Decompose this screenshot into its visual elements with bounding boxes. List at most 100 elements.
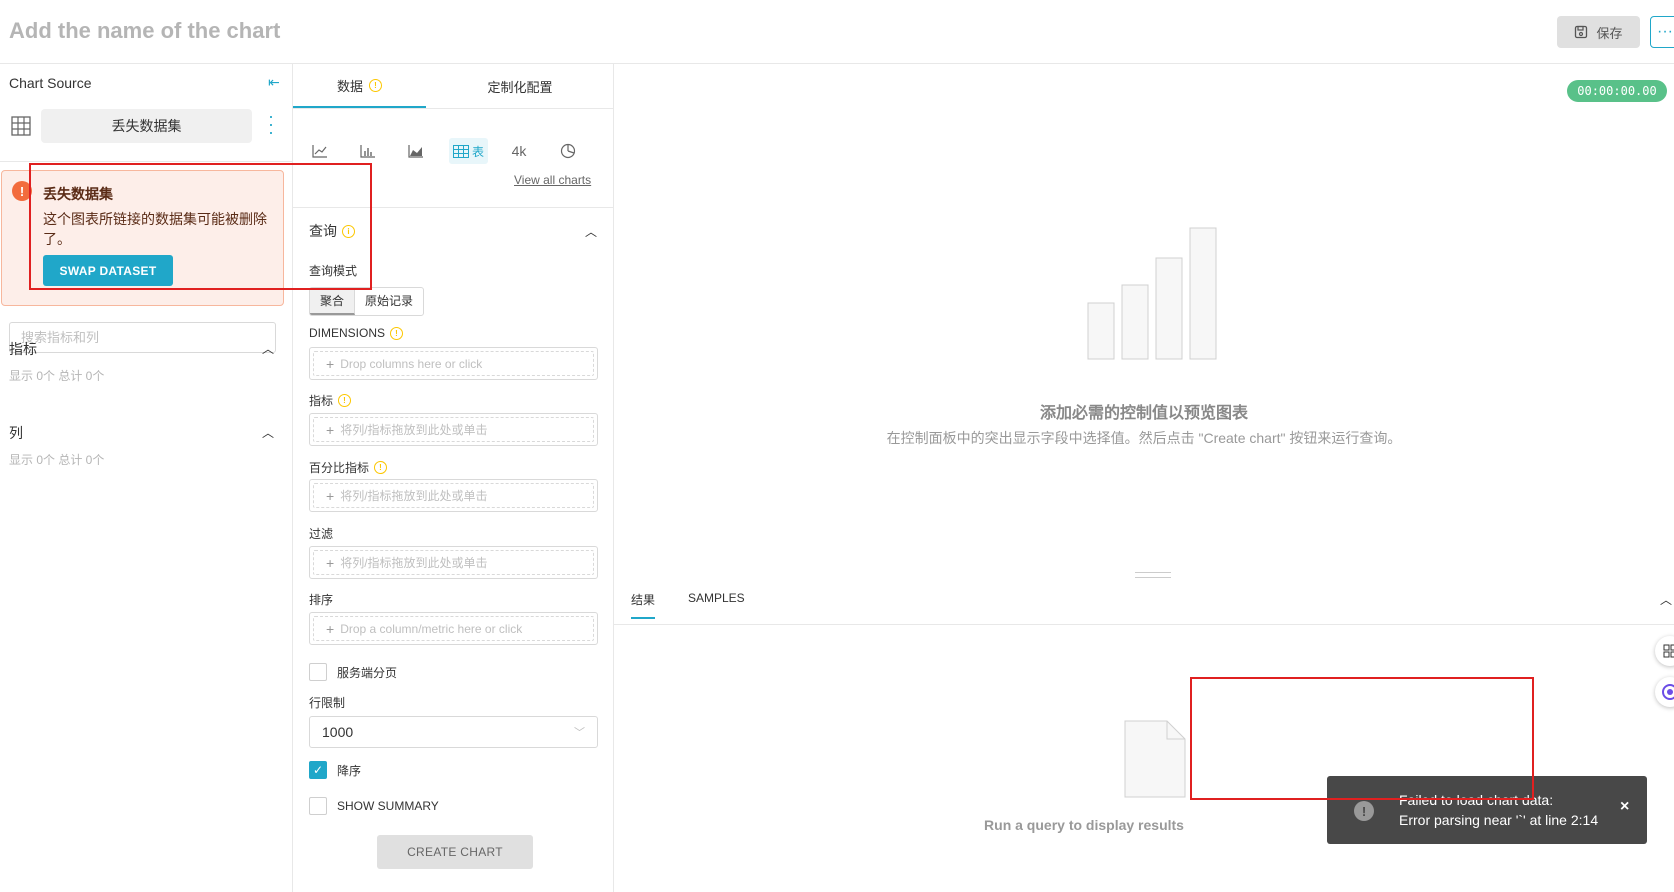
sort-label: 排序 (309, 591, 333, 608)
line-chart-icon[interactable] (307, 138, 333, 164)
save-icon (1575, 25, 1588, 39)
table-grid-icon (11, 116, 31, 136)
big-number-icon[interactable]: 4k (505, 138, 533, 164)
query-timer: 00:00:00.00 (1567, 80, 1667, 102)
descending-label: 降序 (337, 763, 362, 778)
save-button[interactable]: 保存 (1557, 16, 1640, 48)
percent-metrics-label-text: 百分比指标 (309, 461, 370, 475)
collapse-panel-icon[interactable]: ⇤ (268, 74, 280, 91)
assistant-button[interactable] (1655, 677, 1674, 707)
metrics-label: 指标! (309, 392, 352, 409)
row-limit-label: 行限制 (309, 694, 345, 711)
plus-icon: + (326, 355, 335, 372)
dataset-menu-icon[interactable]: · · · (266, 107, 276, 141)
dimensions-placeholder: Drop columns here or click (340, 356, 483, 371)
empty-state-description: 在控制面板中的突出显示字段中选择值。然后点击 "Create chart" 按钮… (886, 430, 1402, 446)
filters-label: 过滤 (309, 525, 333, 542)
toast-line-2: Error parsing near '`' at line 2:14 (1399, 812, 1599, 828)
chevron-up-icon[interactable]: ︿ (262, 340, 274, 357)
plus-icon: + (326, 421, 335, 438)
warning-icon: ! (369, 78, 382, 92)
dimensions-label-text: DIMENSIONS (309, 326, 386, 340)
search-metrics-columns-input[interactable]: 搜索指标和列 (9, 322, 276, 353)
divider (293, 108, 614, 109)
more-actions-button[interactable]: ··· (1650, 16, 1674, 48)
tab-customize[interactable]: 定制化配置 (426, 64, 614, 108)
chevron-up-icon[interactable]: ︿ (1660, 591, 1672, 608)
columns-count: 显示 0个 总计 0个 (9, 453, 105, 467)
tab-data[interactable]: 数据 ! (293, 64, 426, 108)
close-icon[interactable]: × (1620, 798, 1629, 816)
view-all-charts-link[interactable]: View all charts (514, 173, 591, 187)
side-tool-button[interactable] (1655, 636, 1674, 666)
chart-title-input[interactable]: Add the name of the chart (9, 18, 280, 44)
percent-metrics-label: 百分比指标! (309, 459, 388, 476)
metrics-section-title[interactable]: 指标 (9, 339, 37, 359)
query-mode-aggregate[interactable]: 聚合 (310, 288, 356, 315)
chart-header: Add the name of the chart 保存 ··· (0, 0, 1674, 64)
table-viz-label: 表 (472, 144, 485, 159)
dimensions-drop-zone[interactable]: + Drop columns here or click (309, 347, 598, 380)
plus-icon: + (326, 554, 335, 571)
divider (614, 624, 1674, 625)
save-button-label: 保存 (1596, 25, 1623, 41)
table-icon (453, 144, 469, 158)
warning-icon: ! (338, 394, 352, 407)
show-summary-checkbox[interactable] (309, 797, 327, 815)
row-limit-select[interactable]: 1000 ﹀ (309, 716, 598, 748)
metrics-label-text: 指标 (309, 394, 334, 408)
plus-icon: + (326, 620, 335, 637)
filters-placeholder: 将列/指标拖放到此处或单击 (340, 556, 488, 570)
area-chart-icon[interactable] (403, 138, 429, 164)
sort-label-text: 排序 (309, 593, 334, 607)
dataset-name: 丢失数据集 (41, 109, 252, 143)
divider (0, 161, 293, 162)
plus-icon: + (326, 487, 335, 504)
table-viz-option[interactable]: 表 (449, 138, 489, 164)
show-summary-label: SHOW SUMMARY (337, 799, 439, 813)
warning-icon: ! (390, 326, 404, 340)
empty-state-title: 添加必需的控制值以预览图表 (1039, 405, 1248, 422)
metrics-placeholder: 将列/指标拖放到此处或单击 (340, 423, 488, 437)
server-pagination-label: 服务端分页 (337, 665, 398, 680)
percent-metrics-placeholder: 将列/指标拖放到此处或单击 (340, 489, 488, 503)
chevron-up-icon[interactable]: ︿ (585, 223, 597, 240)
chevron-up-icon[interactable]: ︿ (262, 424, 274, 441)
server-pagination-checkbox[interactable] (309, 663, 327, 681)
row-limit-label-text: 行限制 (309, 696, 346, 710)
server-pagination-row[interactable]: 服务端分页 (309, 663, 397, 681)
filters-label-text: 过滤 (309, 527, 334, 541)
tab-results[interactable]: 结果 (631, 591, 656, 619)
pie-chart-icon[interactable] (555, 138, 581, 164)
chevron-down-icon: ﹀ (574, 727, 585, 739)
metrics-count: 显示 0个 总计 0个 (9, 369, 105, 383)
descending-checkbox[interactable]: ✓ (309, 761, 327, 779)
columns-section-title[interactable]: 列 (9, 423, 23, 443)
show-summary-row[interactable]: SHOW SUMMARY (309, 797, 439, 815)
create-chart-button[interactable]: CREATE CHART (377, 835, 533, 869)
query-mode-toggle: 聚合 原始记录 (309, 287, 425, 316)
annotation-box (29, 163, 372, 290)
dimensions-label: DIMENSIONS! (309, 326, 404, 340)
viz-type-row: 表 4k (293, 138, 614, 164)
assistant-icon (1662, 684, 1674, 700)
query-mode-raw[interactable]: 原始记录 (355, 288, 423, 315)
descending-row[interactable]: ✓ 降序 (309, 761, 361, 779)
warning-icon: ! (374, 461, 388, 474)
tab-samples[interactable]: SAMPLES (688, 591, 745, 605)
filters-drop-zone[interactable]: + 将列/指标拖放到此处或单击 (309, 546, 598, 579)
empty-document-icon (1124, 720, 1186, 798)
annotation-box (1190, 677, 1534, 800)
metrics-drop-zone[interactable]: + 将列/指标拖放到此处或单击 (309, 413, 598, 446)
chart-source-label: Chart Source (9, 75, 92, 91)
error-icon: ! (1354, 801, 1374, 821)
tab-data-label: 数据 (336, 78, 363, 94)
percent-metrics-drop-zone[interactable]: + 将列/指标拖放到此处或单击 (309, 479, 598, 512)
sort-placeholder: Drop a column/metric here or click (340, 621, 523, 636)
empty-chart-icon (1087, 227, 1217, 360)
resize-handle[interactable] (1135, 572, 1171, 578)
bar-chart-icon[interactable] (355, 138, 381, 164)
row-limit-value: 1000 (322, 724, 354, 740)
sort-drop-zone[interactable]: + Drop a column/metric here or click (309, 612, 598, 645)
grid-tool-icon (1663, 644, 1674, 658)
